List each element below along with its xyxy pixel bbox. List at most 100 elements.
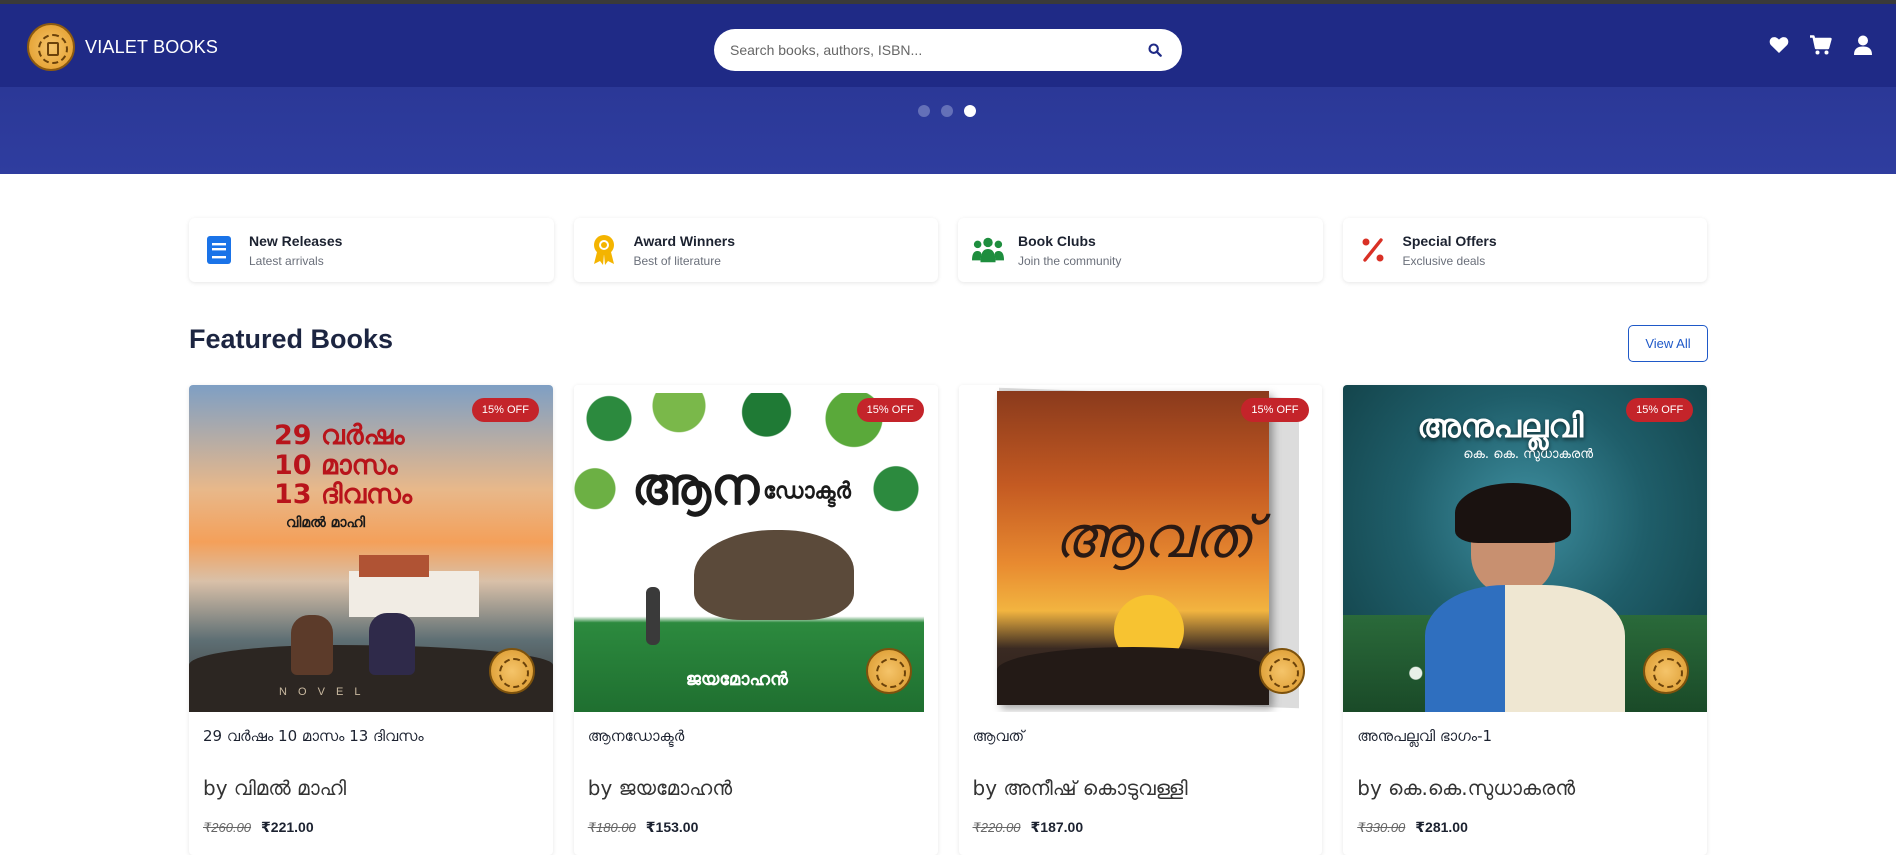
feature-subtitle: Exclusive deals xyxy=(1402,253,1486,268)
original-price: ₹220.00 xyxy=(972,820,1021,835)
cover-person xyxy=(645,587,660,645)
book-author: by കെ.കെ.സുധാകരൻ xyxy=(1357,776,1576,800)
book-cover[interactable]: 15% OFF ആന ഡോക്ടർ ജയമോഹൻ xyxy=(573,385,938,712)
cover-title-line: അനുപല്ലവി xyxy=(1417,407,1584,445)
cover-title-line: ഡോക്ടർ xyxy=(763,479,851,504)
discount-badge: 15% OFF xyxy=(1241,398,1309,422)
original-price: ₹260.00 xyxy=(203,820,252,835)
discount-badge: 15% OFF xyxy=(856,398,924,422)
search-button[interactable] xyxy=(1144,39,1166,61)
feature-title: Special Offers xyxy=(1402,232,1497,249)
cover-elephant xyxy=(693,530,854,620)
cover-author: കെ. കെ. സുധാകരൻ xyxy=(1463,447,1594,462)
cover-hill xyxy=(996,647,1269,705)
cover-hair xyxy=(1455,483,1572,543)
book-card[interactable]: 15% OFF അനുപല്ലവി കെ. കെ. സുധാകരൻ അനുപല്… xyxy=(1343,385,1707,855)
book-cover[interactable]: 15% OFF 29 വർഷം 10 മാസം 13 ദിവസം വിമൽ മാ… xyxy=(189,385,553,712)
search-bar xyxy=(714,29,1182,71)
nav-actions xyxy=(1768,34,1874,56)
award-icon xyxy=(588,234,620,266)
cover-roof xyxy=(359,555,429,577)
feature-text: Award Winners Best of literature xyxy=(634,233,736,268)
publisher-seal-icon xyxy=(1643,648,1690,694)
discount-badge: 15% OFF xyxy=(1626,398,1694,422)
section-title: Featured Books xyxy=(189,324,394,354)
carousel-dot[interactable] xyxy=(918,105,930,117)
sale-price: ₹153.00 xyxy=(645,819,699,835)
feature-subtitle: Join the community xyxy=(1018,253,1122,268)
featured-books-grid: 15% OFF 29 വർഷം 10 മാസം 13 ദിവസം വിമൽ മാ… xyxy=(189,385,1707,855)
cover-title-line: ആന xyxy=(631,457,760,517)
carousel-dot-active[interactable] xyxy=(964,105,976,117)
feature-card-special-offers[interactable]: Special Offers Exclusive deals xyxy=(1342,218,1707,282)
feature-text: Special Offers Exclusive deals xyxy=(1403,233,1497,268)
feature-text: New Releases Latest arrivals xyxy=(249,233,342,268)
users-icon xyxy=(972,234,1004,266)
book-icon xyxy=(203,234,235,266)
discount-badge: 15% OFF xyxy=(471,398,539,422)
heart-icon xyxy=(1769,37,1789,53)
book-card[interactable]: 15% OFF ആവത് ആവത് by അനീഷ് കൊടുവള്ളി ₹22… xyxy=(958,385,1323,855)
cover-author: ജയമോഹൻ xyxy=(685,669,788,690)
feature-subtitle: Best of literature xyxy=(633,253,721,268)
feature-card-book-clubs[interactable]: Book Clubs Join the community xyxy=(958,218,1323,282)
sale-price: ₹221.00 xyxy=(261,819,314,835)
search-input[interactable] xyxy=(730,42,1144,58)
feature-title: Award Winners xyxy=(633,232,736,249)
publisher-seal-icon xyxy=(865,648,912,694)
brand-name: VIALET BOOKS xyxy=(85,36,219,57)
view-all-button[interactable]: View All xyxy=(1628,325,1708,362)
cover-title-line: 29 വർഷം xyxy=(274,420,405,451)
book-card[interactable]: 15% OFF ആന ഡോക്ടർ ജയമോഹൻ ആനഡോക്ടർ by ജയമ… xyxy=(573,385,938,855)
percent-icon xyxy=(1357,234,1389,266)
cover-title-line: 13 ദിവസം xyxy=(274,479,413,511)
book-cover[interactable]: 15% OFF ആവത് xyxy=(958,385,1323,712)
cover-title-line: ആവത് xyxy=(1053,503,1254,571)
carousel-dots xyxy=(918,105,976,117)
price-row: ₹180.00 ₹153.00 xyxy=(588,819,699,836)
cover-footer: N O V E L xyxy=(279,686,365,698)
book-cover[interactable]: 15% OFF അനുപല്ലവി കെ. കെ. സുധാകരൻ xyxy=(1343,385,1707,712)
user-icon xyxy=(1854,35,1872,55)
cart-button[interactable] xyxy=(1810,34,1832,56)
cover-person xyxy=(369,613,415,675)
original-price: ₹180.00 xyxy=(587,820,636,835)
navbar: VIALET BOOKS xyxy=(0,4,1896,87)
price-row: ₹220.00 ₹187.00 xyxy=(973,819,1084,836)
feature-card-award-winners[interactable]: Award Winners Best of literature xyxy=(573,218,938,282)
cover-title-line: 10 മാസം xyxy=(274,449,398,481)
cover-title: 29 വർഷം 10 മാസം 13 ദിവസം വിമൽ മാഹി xyxy=(274,421,412,531)
price-row: ₹330.00 ₹281.00 xyxy=(1357,819,1468,836)
feature-text: Book Clubs Join the community xyxy=(1018,233,1121,268)
book-author: by വിമൽ മാഹി xyxy=(203,776,347,800)
brand[interactable]: VIALET BOOKS xyxy=(27,23,218,71)
cover-person xyxy=(291,615,333,675)
book-author: by ജയമോഹൻ xyxy=(587,776,733,800)
wishlist-button[interactable] xyxy=(1768,34,1790,56)
carousel-dot[interactable] xyxy=(941,105,953,117)
book-title[interactable]: ആനഡോക്ടർ xyxy=(588,727,685,745)
feature-card-new-releases[interactable]: New Releases Latest arrivals xyxy=(189,218,554,282)
cover-author: വിമൽ മാഹി xyxy=(286,515,366,532)
sale-price: ₹281.00 xyxy=(1415,819,1468,835)
publisher-seal-icon xyxy=(1258,648,1305,694)
feature-title: New Releases xyxy=(249,232,343,249)
search-icon xyxy=(1148,43,1162,57)
cover-saree xyxy=(1425,585,1626,712)
account-button[interactable] xyxy=(1852,34,1874,56)
cover-title: ആന ഡോക്ടർ xyxy=(632,457,851,518)
book-card[interactable]: 15% OFF 29 വർഷം 10 മാസം 13 ദിവസം വിമൽ മാ… xyxy=(189,385,553,855)
book-title[interactable]: 29 വർഷം 10 മാസം 13 ദിവസം xyxy=(203,727,424,745)
feature-title: Book Clubs xyxy=(1018,232,1096,249)
sale-price: ₹187.00 xyxy=(1030,819,1084,835)
original-price: ₹330.00 xyxy=(1357,820,1406,835)
feature-cards: New Releases Latest arrivals Award Winne… xyxy=(189,218,1707,282)
cart-icon xyxy=(1810,35,1832,55)
price-row: ₹260.00 ₹221.00 xyxy=(203,819,314,836)
book-title[interactable]: അനുപല്ലവി ഭാഗം-1 xyxy=(1357,727,1492,745)
book-title[interactable]: ആവത് xyxy=(973,727,1025,745)
feature-subtitle: Latest arrivals xyxy=(249,253,324,268)
book-author: by അനീഷ് കൊടുവള്ളി xyxy=(972,776,1188,800)
cover-house xyxy=(349,571,479,617)
brand-logo-icon xyxy=(27,23,75,71)
